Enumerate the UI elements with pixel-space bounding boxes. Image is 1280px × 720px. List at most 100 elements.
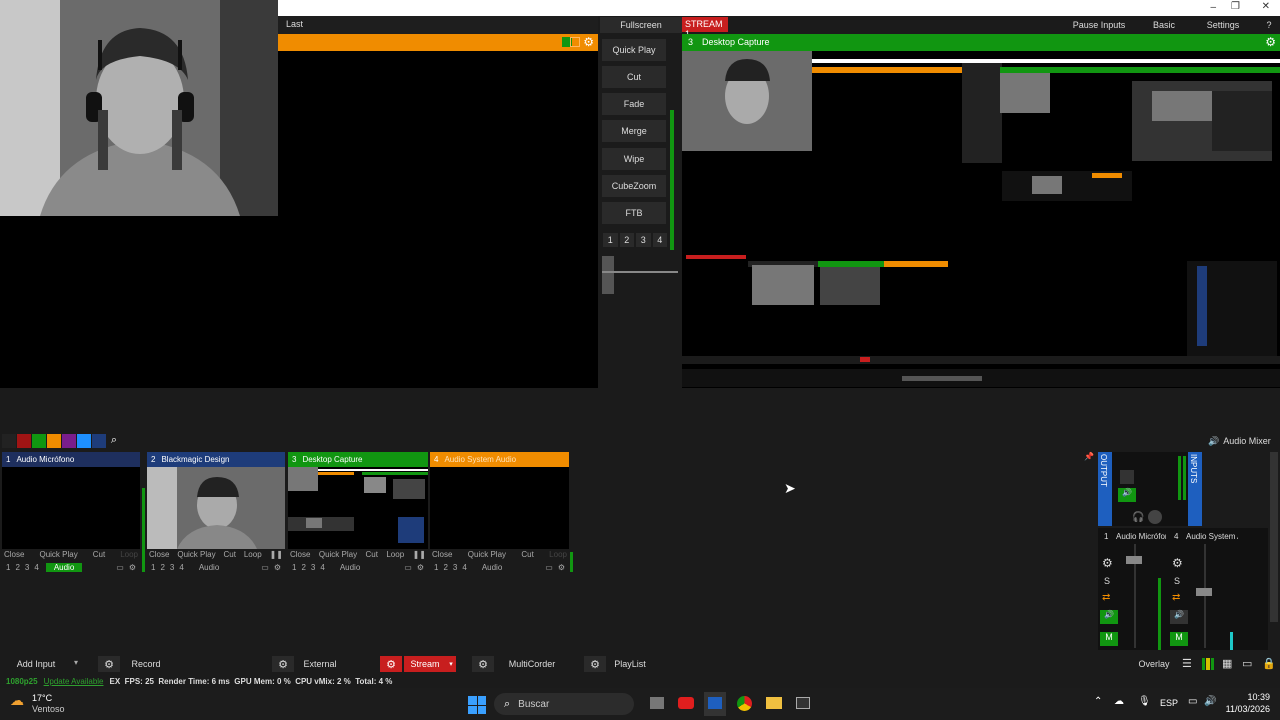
- transition-number-4[interactable]: 4: [652, 233, 667, 247]
- input-tile-header[interactable]: 1 Audio Micrófono: [2, 452, 140, 467]
- transition-number-1[interactable]: 1: [603, 233, 618, 247]
- wipe-button[interactable]: Wipe: [602, 148, 666, 170]
- cubezoom-button[interactable]: CubeZoom: [602, 175, 666, 197]
- input-gear-icon[interactable]: ⚙: [417, 563, 424, 572]
- monitor-icon[interactable]: ▭: [404, 563, 412, 572]
- pause-icon[interactable]: ❚❚: [413, 550, 426, 560]
- overlay-4-button[interactable]: 4: [179, 563, 183, 572]
- microphone-icon[interactable]: 🎙: [1138, 696, 1151, 707]
- record-settings-icon[interactable]: ⚙: [98, 656, 120, 672]
- minimize-button[interactable]: –: [1210, 2, 1216, 13]
- input-tile-header[interactable]: 4 Audio System Audio: [430, 452, 569, 467]
- language-indicator[interactable]: ESP: [1160, 698, 1178, 708]
- input-quick-play-button[interactable]: Quick Play: [468, 550, 506, 560]
- stream-dropdown-icon[interactable]: ▾: [446, 656, 456, 672]
- color-filter-black[interactable]: [2, 434, 16, 448]
- fullscreen-button[interactable]: Fullscreen: [600, 17, 682, 33]
- channel-speaker-icon[interactable]: 🔊: [1100, 610, 1118, 624]
- input-cut-button[interactable]: Cut: [93, 550, 105, 560]
- overlay-1-button[interactable]: 1: [6, 563, 10, 572]
- playlist-settings-icon[interactable]: ⚙: [584, 656, 606, 672]
- input-tile[interactable]: 1 Audio Micrófono Close Quick Play Cut L…: [2, 452, 140, 572]
- color-filter-orange[interactable]: [47, 434, 61, 448]
- input-audio-button[interactable]: Audio: [332, 563, 368, 572]
- merge-button[interactable]: Merge: [602, 120, 666, 142]
- input-tile-header[interactable]: 2 Blackmagic Design: [147, 452, 285, 467]
- mixer-scrollbar[interactable]: [1270, 452, 1278, 622]
- overlay-1-button[interactable]: 1: [434, 563, 438, 572]
- level-meter-icon[interactable]: [1202, 658, 1214, 670]
- input-audio-button[interactable]: Audio: [191, 563, 227, 572]
- pause-inputs-button[interactable]: Pause Inputs: [1066, 17, 1132, 32]
- chrome-icon[interactable]: [737, 696, 752, 711]
- update-available-link[interactable]: Update Available: [44, 677, 104, 686]
- overlay-2-button[interactable]: 2: [15, 563, 19, 572]
- overlay-3-button[interactable]: 3: [170, 563, 174, 572]
- stream-button[interactable]: Stream: [404, 656, 446, 672]
- overlay-4-button[interactable]: 4: [462, 563, 466, 572]
- channel-gear-icon[interactable]: ⚙: [1102, 556, 1113, 570]
- search-icon[interactable]: ⌕: [107, 434, 121, 448]
- audio-mixer-header[interactable]: 🔊 Audio Mixer: [1208, 434, 1280, 448]
- clock-time[interactable]: 10:39: [1222, 692, 1270, 702]
- task-view-icon[interactable]: [650, 697, 664, 709]
- tray-cloud-icon[interactable]: ☁: [1114, 696, 1124, 707]
- input-loop-button[interactable]: Loop: [386, 550, 404, 560]
- maximize-button[interactable]: ❐: [1231, 1, 1240, 12]
- preview-window-icon[interactable]: [570, 37, 580, 47]
- input-close-button[interactable]: Close: [432, 550, 452, 560]
- monitor-icon[interactable]: ▭: [545, 563, 553, 572]
- transition-number-3[interactable]: 3: [636, 233, 651, 247]
- add-input-dropdown-icon[interactable]: ▾: [74, 658, 78, 667]
- youtube-icon[interactable]: [678, 697, 694, 709]
- stream-settings-icon[interactable]: ⚙: [380, 656, 402, 672]
- fade-button[interactable]: Fade: [602, 93, 666, 115]
- t-bar-handle[interactable]: [602, 256, 614, 294]
- basic-button[interactable]: Basic: [1144, 17, 1184, 32]
- cut-button[interactable]: Cut: [602, 66, 666, 88]
- app-icon[interactable]: [796, 697, 810, 709]
- overlay-button[interactable]: Overlay: [1134, 656, 1174, 672]
- record-button[interactable]: Record: [122, 656, 170, 672]
- channel-fader-track[interactable]: [1204, 544, 1206, 648]
- external-button[interactable]: External: [296, 656, 344, 672]
- input-close-button[interactable]: Close: [290, 550, 310, 560]
- screen-icon[interactable]: ▭: [1242, 657, 1252, 670]
- channel-solo-button[interactable]: S: [1174, 576, 1180, 586]
- master-knob[interactable]: [1148, 510, 1162, 524]
- add-input-button[interactable]: Add Input: [0, 656, 72, 672]
- color-filter-red[interactable]: [17, 434, 31, 448]
- tray-chevron-icon[interactable]: ⌃: [1094, 696, 1102, 707]
- input-audio-button[interactable]: Audio: [474, 563, 510, 572]
- input-quick-play-button[interactable]: Quick Play: [39, 550, 77, 560]
- output-gear-icon[interactable]: ⚙: [1265, 35, 1276, 49]
- overlay-3-button[interactable]: 3: [25, 563, 29, 572]
- input-loop-button[interactable]: Loop: [549, 550, 567, 560]
- windows-start-icon[interactable]: [468, 696, 486, 714]
- settings-button[interactable]: Settings: [1200, 17, 1246, 32]
- channel-speaker-icon[interactable]: 🔊: [1170, 610, 1188, 624]
- overlay-2-button[interactable]: 2: [160, 563, 164, 572]
- transition-number-2[interactable]: 2: [619, 233, 634, 247]
- color-filter-purple[interactable]: [62, 434, 76, 448]
- clock-date[interactable]: 11/03/2026: [1222, 704, 1270, 714]
- playlist-button[interactable]: PlayList: [610, 656, 650, 672]
- input-thumbnail[interactable]: [288, 467, 428, 549]
- input-quick-play-button[interactable]: Quick Play: [319, 550, 357, 560]
- external-settings-icon[interactable]: ⚙: [272, 656, 294, 672]
- overlay-1-button[interactable]: 1: [151, 563, 155, 572]
- input-thumbnail[interactable]: [430, 467, 569, 549]
- input-cut-button[interactable]: Cut: [521, 550, 533, 560]
- multicorder-button[interactable]: MultiCorder: [504, 656, 560, 672]
- input-cut-button[interactable]: Cut: [366, 550, 378, 560]
- channel-fader-handle[interactable]: [1196, 588, 1212, 596]
- overlay-4-button[interactable]: 4: [320, 563, 324, 572]
- pin-icon[interactable]: 📌: [1084, 452, 1094, 462]
- close-window-button[interactable]: ✕: [1262, 1, 1270, 12]
- overlay-4-button[interactable]: 4: [34, 563, 38, 572]
- master-speaker-icon[interactable]: 🔊: [1118, 488, 1136, 502]
- input-cut-button[interactable]: Cut: [224, 550, 236, 560]
- multicorder-settings-icon[interactable]: ⚙: [472, 656, 494, 672]
- input-loop-button[interactable]: Loop: [120, 550, 138, 560]
- channel-gear-icon[interactable]: ⚙: [1172, 556, 1183, 570]
